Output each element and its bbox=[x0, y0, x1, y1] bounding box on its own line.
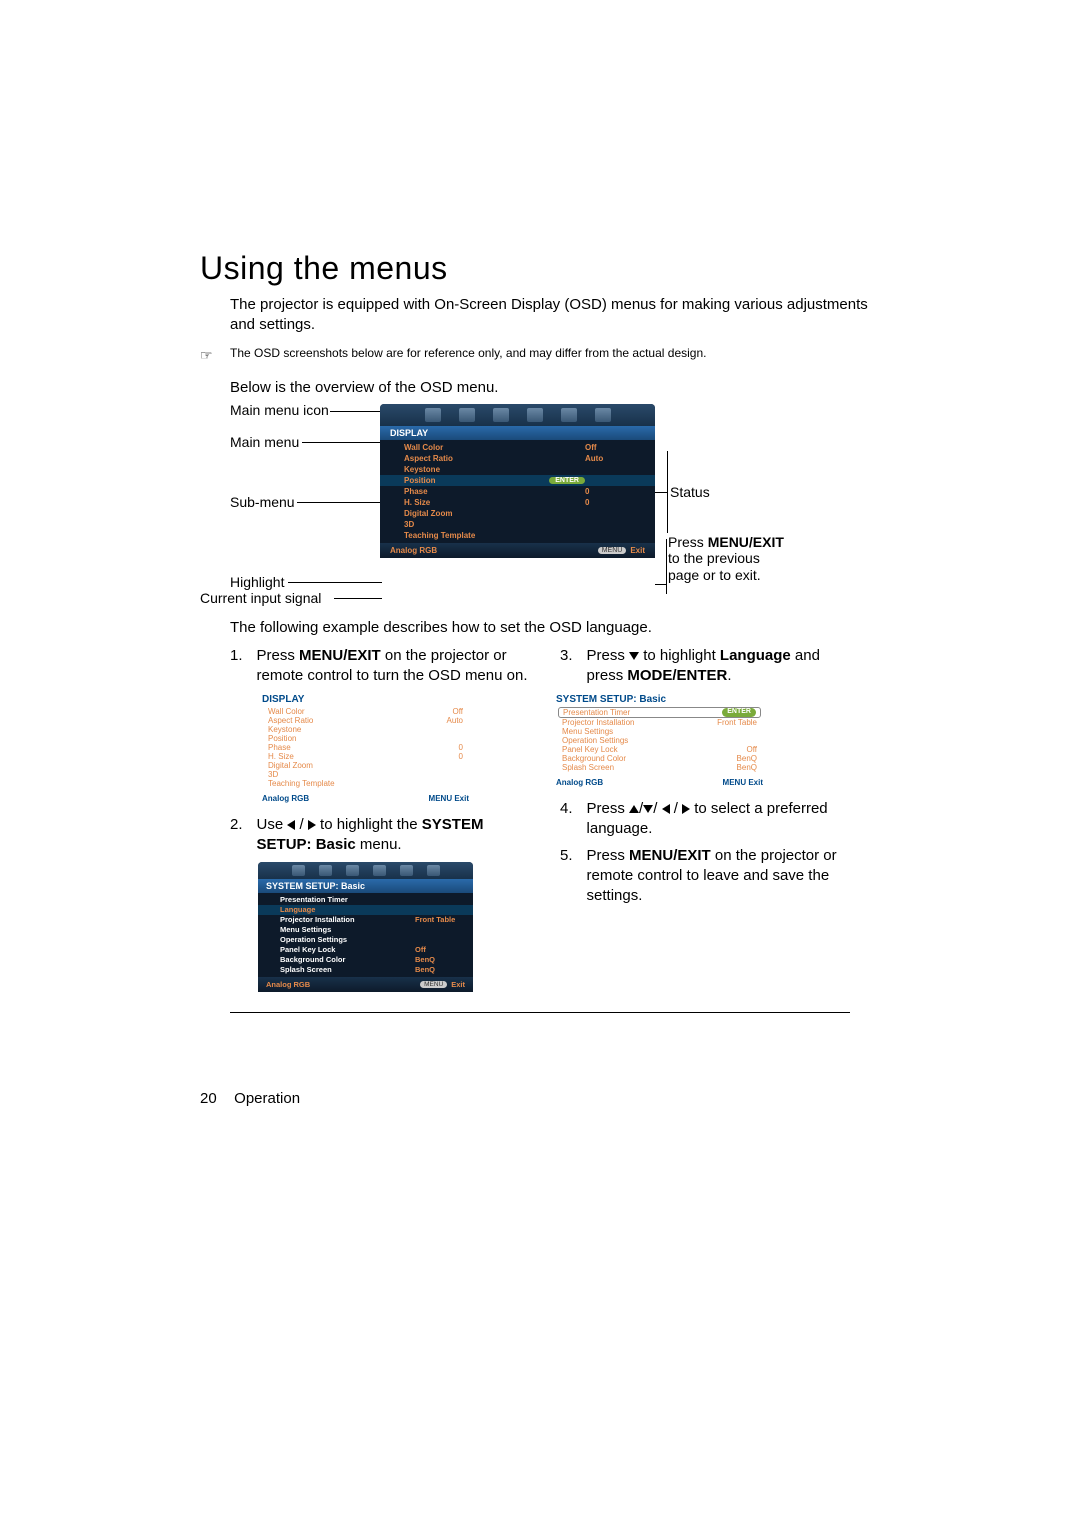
osd-row-label: Phase bbox=[404, 487, 585, 496]
osd-foot-signal: Analog RGB bbox=[390, 546, 598, 555]
example-intro: The following example describes how to s… bbox=[200, 619, 880, 636]
osd-tab-icon bbox=[493, 408, 509, 422]
down-arrow-icon bbox=[643, 805, 653, 813]
osd-row-value: 0 bbox=[585, 487, 645, 496]
left-arrow-icon bbox=[662, 804, 670, 814]
step-1: 1. Press MENU/EXIT on the projector or r… bbox=[230, 646, 530, 687]
osd-tab-icon bbox=[425, 408, 441, 422]
enter-badge: ENTER bbox=[549, 477, 585, 484]
osd-diagram: Main menu icon Main menu Sub-menu Highli… bbox=[230, 404, 880, 604]
osd-row-label: Keystone bbox=[404, 465, 585, 474]
up-arrow-icon bbox=[629, 805, 639, 813]
osd-row-label: H. Size bbox=[404, 498, 585, 507]
label-current-input: Current input signal bbox=[200, 590, 321, 606]
osd-row-value: Auto bbox=[585, 454, 645, 463]
label-highlight: Highlight bbox=[230, 574, 284, 590]
osd-row-label: Wall Color bbox=[404, 443, 585, 452]
osd-tab-icon bbox=[459, 408, 475, 422]
down-arrow-icon bbox=[629, 652, 639, 660]
page-heading: Using the menus bbox=[200, 250, 880, 287]
left-arrow-icon bbox=[287, 820, 295, 830]
osd-row-label: Teaching Template bbox=[404, 531, 585, 540]
osd-row-value: 0 bbox=[585, 498, 645, 507]
osd-row-label: Position bbox=[404, 476, 549, 485]
mini-osd-system-setup-light: SYSTEM SETUP: Basic Presentation TimerEN… bbox=[552, 692, 767, 789]
osd-tab-icon bbox=[595, 408, 611, 422]
step-4: 4. Press // / to select a preferred lang… bbox=[560, 799, 860, 840]
note-text: The OSD screenshots below are for refere… bbox=[230, 346, 706, 362]
right-arrow-icon bbox=[682, 804, 690, 814]
osd-row-label: Digital Zoom bbox=[404, 509, 585, 518]
note-icon: ☞ bbox=[200, 346, 224, 364]
step-3: 3. Press to highlight Language and press… bbox=[560, 646, 860, 687]
osd-row-label: Aspect Ratio bbox=[404, 454, 585, 463]
step-2: 2. Use / to highlight the SYSTEM SETUP: … bbox=[230, 815, 530, 856]
osd-foot-menu: MENU bbox=[598, 547, 627, 554]
osd-tab-bar bbox=[380, 404, 655, 426]
overview-text: Below is the overview of the OSD menu. bbox=[200, 379, 880, 396]
label-main-menu-icon: Main menu icon bbox=[230, 402, 329, 418]
mini-osd-display: DISPLAY Wall ColorOff Aspect RatioAuto K… bbox=[258, 692, 473, 805]
page-footer: 20 Operation bbox=[200, 1090, 300, 1107]
label-status: Status bbox=[670, 484, 710, 500]
label-sub-menu: Sub-menu bbox=[230, 494, 295, 510]
osd-tab-icon bbox=[527, 408, 543, 422]
osd-tab-icon bbox=[561, 408, 577, 422]
osd-title: DISPLAY bbox=[380, 426, 655, 440]
mini-osd-system-setup: SYSTEM SETUP: Basic Presentation Timer L… bbox=[258, 862, 473, 992]
label-main-menu: Main menu bbox=[230, 434, 299, 450]
intro-text: The projector is equipped with On-Screen… bbox=[200, 295, 880, 336]
label-press-menu-exit: Press MENU/EXIT to the previous page or … bbox=[668, 534, 788, 584]
section-divider bbox=[230, 1012, 850, 1013]
osd-row-label: 3D bbox=[404, 520, 585, 529]
osd-row-value: Off bbox=[585, 443, 645, 452]
right-arrow-icon bbox=[308, 820, 316, 830]
osd-foot-exit: Exit bbox=[630, 546, 645, 555]
step-5: 5. Press MENU/EXIT on the projector or r… bbox=[560, 846, 860, 907]
osd-panel-main: DISPLAY Wall ColorOff Aspect RatioAuto K… bbox=[380, 404, 655, 558]
